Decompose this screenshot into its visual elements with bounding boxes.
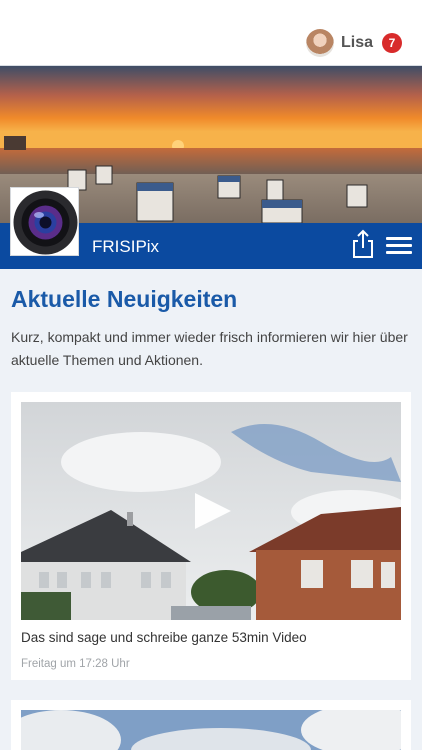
camera-lens-icon	[10, 187, 79, 256]
user-profile[interactable]: Lisa 7	[305, 29, 402, 57]
app-title: FRISIPix	[92, 237, 160, 256]
post-image[interactable]	[21, 710, 401, 750]
post-timestamp: Freitag um 17:28 Uhr	[21, 658, 130, 670]
play-icon[interactable]	[193, 491, 233, 531]
top-bar: Lisa 7	[0, 0, 422, 66]
video-thumbnail[interactable]	[21, 402, 401, 620]
user-name[interactable]: Lisa	[341, 34, 373, 52]
news-card[interactable]: Das sind sage und schreibe ganze 53min V…	[11, 392, 411, 680]
intro-text: Kurz, kompakt und immer wieder frisch in…	[11, 329, 408, 368]
page-title: Aktuelle Neuigkeiten	[11, 286, 238, 312]
notification-badge[interactable]: 7	[382, 33, 402, 53]
post-title[interactable]: Das sind sage und schreibe ganze 53min V…	[21, 630, 307, 645]
share-icon[interactable]	[350, 229, 376, 259]
hamburger-menu-icon[interactable]	[386, 235, 412, 257]
avatar[interactable]	[305, 29, 334, 57]
news-card[interactable]	[11, 700, 411, 750]
